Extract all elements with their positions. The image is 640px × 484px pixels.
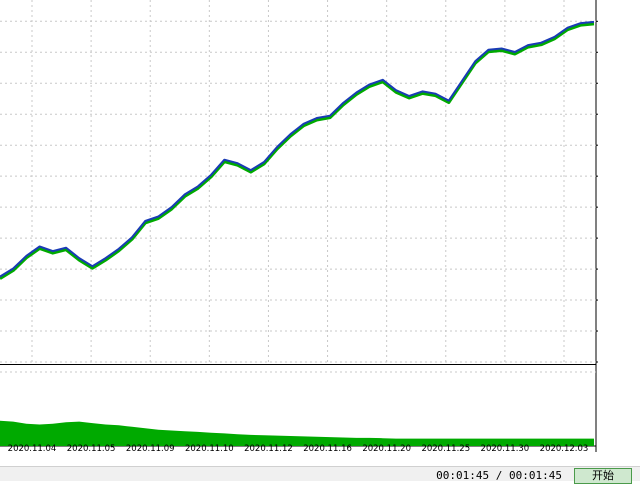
- start-button[interactable]: 开始: [574, 468, 632, 484]
- x-tick-label: 2020.11.12: [244, 444, 293, 452]
- x-tick-label: 2020.12.03: [540, 444, 589, 452]
- x-tick-label: 2020.11.10: [185, 444, 234, 452]
- x-tick-label: 2020.11.09: [126, 444, 175, 452]
- balance-chart: 1402557126880611350561001306867555733805…: [0, 0, 598, 366]
- status-bar: 00:01:45 / 00:01:45 开始: [0, 466, 640, 484]
- drawdown-area: [0, 420, 594, 446]
- x-tick-label: 2020.11.05: [67, 444, 116, 452]
- elapsed-timer: 00:01:45 / 00:01:45: [436, 469, 562, 482]
- x-tick-label: 2020.11.30: [481, 444, 530, 452]
- x-tick-label: 2020.11.25: [421, 444, 470, 452]
- x-tick-label: 2020.11.04: [8, 444, 57, 452]
- x-tick-label: 2020.11.20: [362, 444, 411, 452]
- drawdown-chart: 10.0%0.0%2020.11.042020.11.052020.11.092…: [0, 366, 597, 452]
- x-tick-label: 2020.11.16: [303, 444, 352, 452]
